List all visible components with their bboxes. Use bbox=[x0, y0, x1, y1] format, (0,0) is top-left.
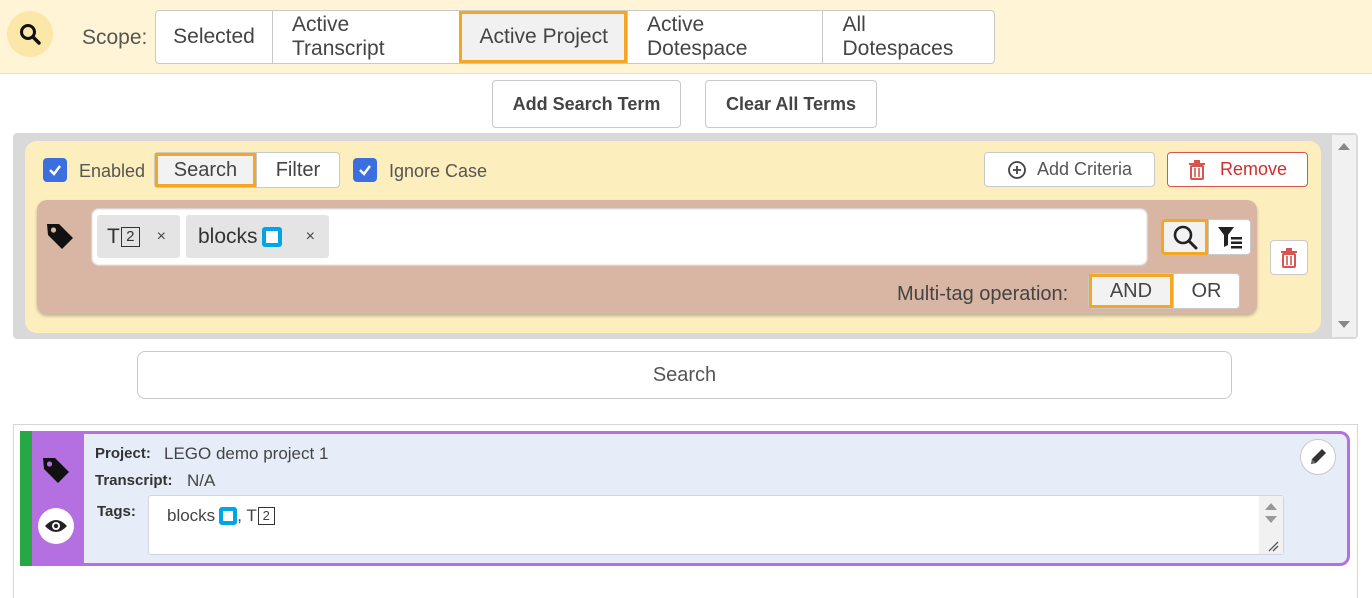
project-value: LEGO demo project 1 bbox=[164, 444, 329, 463]
filter-list-icon bbox=[1217, 227, 1242, 249]
search-icon[interactable] bbox=[7, 11, 53, 57]
search-icon bbox=[1173, 225, 1197, 250]
tag-badge: 2 bbox=[257, 507, 275, 525]
result-sidebar bbox=[32, 431, 84, 566]
trash-icon bbox=[1281, 247, 1297, 268]
transcript-label: Transcript: bbox=[95, 472, 173, 489]
edit-button[interactable] bbox=[1300, 439, 1336, 475]
remove-label: Remove bbox=[1219, 159, 1288, 179]
scope-selector: Selected Active Transcript Active Projec… bbox=[155, 10, 995, 64]
multi-tag-or[interactable]: OR bbox=[1172, 274, 1239, 308]
scope-option-active-transcript[interactable]: Active Transcript bbox=[272, 11, 460, 63]
scope-label: Scope: bbox=[82, 26, 148, 49]
scope-option-all-dotespaces[interactable]: All Dotespaces bbox=[822, 11, 994, 63]
remove-button[interactable]: Remove bbox=[1167, 152, 1308, 187]
scope-option-selected[interactable]: Selected bbox=[156, 11, 272, 63]
tags-scrollbar[interactable] bbox=[1259, 496, 1283, 554]
delete-criterion-button[interactable] bbox=[1270, 240, 1308, 275]
multi-tag-and[interactable]: AND bbox=[1089, 274, 1173, 308]
enabled-checkbox[interactable] bbox=[43, 158, 67, 182]
multi-tag-label: Multi-tag operation: bbox=[897, 283, 1069, 305]
project-label: Project: bbox=[95, 445, 151, 462]
tags-field[interactable]: blocks , T 2 bbox=[148, 495, 1284, 555]
mode-search[interactable]: Search bbox=[155, 153, 256, 187]
scope-option-active-project[interactable]: Active Project bbox=[459, 11, 628, 63]
tag-icon bbox=[45, 221, 75, 256]
tag-icon bbox=[41, 455, 71, 490]
tag-filter-mode-button[interactable] bbox=[1208, 219, 1251, 255]
scope-option-active-dotespace[interactable]: Active Dotespace bbox=[627, 11, 823, 63]
tag-chip: T2 × bbox=[97, 215, 180, 258]
transcript-value: N/A bbox=[187, 471, 216, 490]
remove-tag-button[interactable]: × bbox=[157, 228, 166, 246]
result-status-bar bbox=[20, 431, 32, 566]
tag-search-mode-button[interactable] bbox=[1161, 219, 1208, 255]
tag-chip: blocks × bbox=[186, 215, 329, 258]
eye-icon[interactable] bbox=[38, 508, 74, 544]
clear-all-terms-button[interactable]: Clear All Terms bbox=[705, 80, 877, 128]
scroll-down-icon[interactable] bbox=[1265, 516, 1277, 523]
ignore-case-checkbox[interactable] bbox=[353, 158, 377, 182]
search-button[interactable]: Search bbox=[137, 351, 1232, 399]
add-search-term-button[interactable]: Add Search Term bbox=[492, 80, 681, 128]
scroll-up-icon[interactable] bbox=[1338, 143, 1350, 150]
blue-square-icon bbox=[219, 507, 238, 525]
trash-icon bbox=[1188, 159, 1205, 180]
tag-chip-label: blocks bbox=[198, 224, 258, 248]
pencil-icon bbox=[1311, 449, 1326, 464]
mode-selector: Search Filter bbox=[154, 152, 340, 188]
tag-value: blocks bbox=[167, 506, 216, 525]
resize-handle-icon[interactable] bbox=[1267, 540, 1279, 552]
multi-tag-operation: AND OR bbox=[1088, 273, 1240, 309]
plus-circle-icon bbox=[1008, 160, 1026, 179]
tag-chip-badge: 2 bbox=[120, 226, 140, 247]
add-criteria-label: Add Criteria bbox=[1036, 159, 1133, 179]
criteria-scrollbar[interactable] bbox=[1332, 135, 1356, 337]
add-criteria-button[interactable]: Add Criteria bbox=[984, 152, 1155, 187]
tags-label: Tags: bbox=[97, 503, 136, 520]
scroll-up-icon[interactable] bbox=[1265, 503, 1277, 510]
tag-chip-label: T bbox=[107, 224, 120, 248]
blue-square-icon bbox=[261, 226, 282, 247]
remove-tag-button[interactable]: × bbox=[306, 228, 315, 246]
scroll-down-icon[interactable] bbox=[1338, 321, 1350, 328]
scope-bar: Scope: Selected Active Transcript Active… bbox=[0, 0, 1372, 74]
mode-filter[interactable]: Filter bbox=[255, 153, 339, 187]
tag-separator: , T bbox=[237, 506, 257, 525]
enabled-label: Enabled bbox=[79, 161, 146, 181]
ignore-case-label: Ignore Case bbox=[389, 161, 488, 181]
